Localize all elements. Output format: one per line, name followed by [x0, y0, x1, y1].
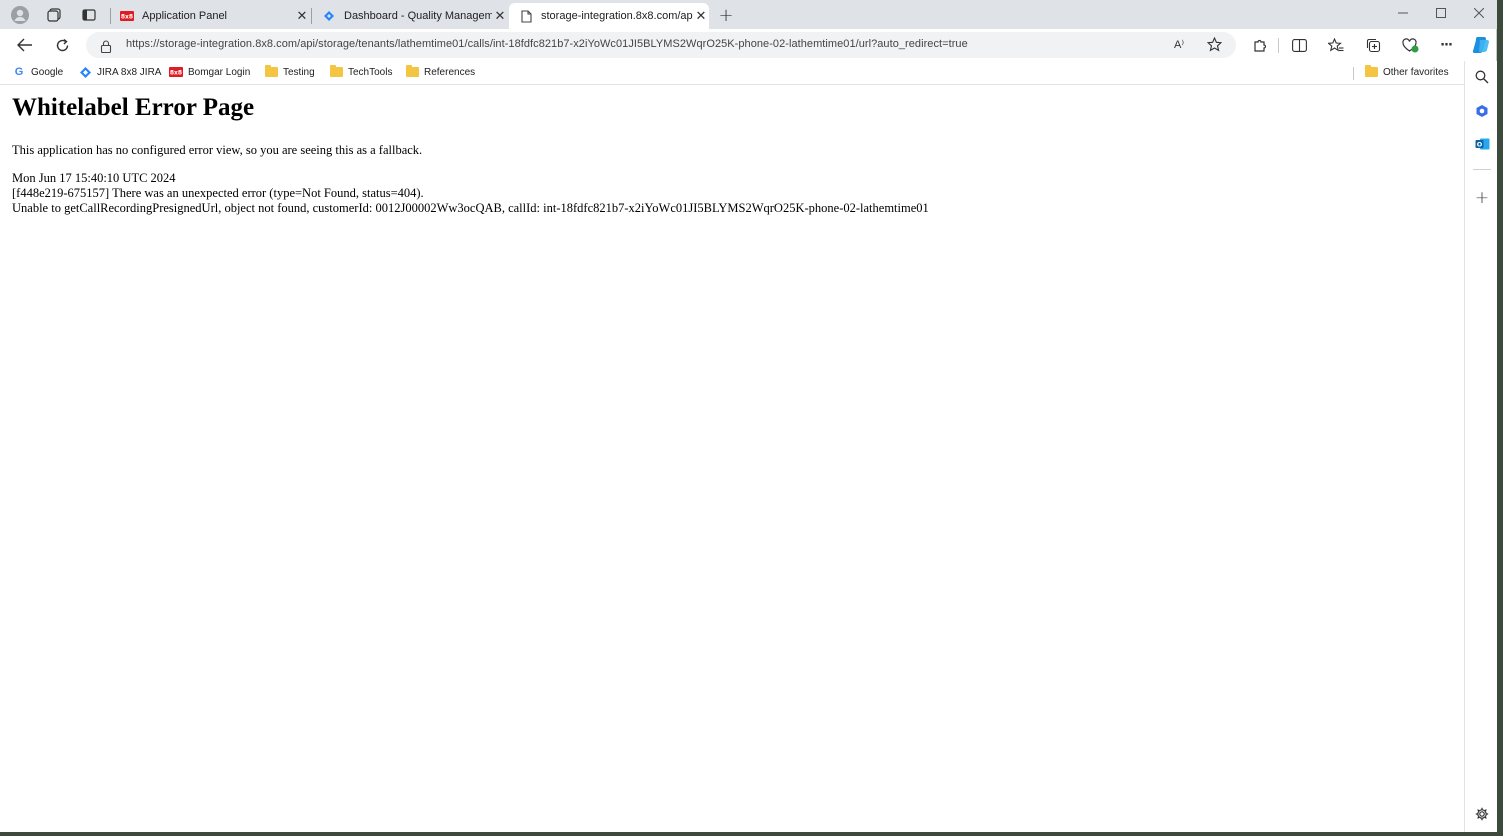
close-tab-icon[interactable]: ✕ — [492, 8, 508, 24]
profile-avatar-icon[interactable] — [9, 4, 31, 26]
page-title: Whitelabel Error Page — [12, 94, 255, 121]
favorite-google[interactable]: G Google — [12, 65, 64, 79]
tab-label: Dashboard - Quality Manageme — [344, 10, 492, 22]
tab-strip: 8x8 Application Panel ✕ Dashboard - Qual… — [0, 0, 1497, 29]
page-icon — [519, 9, 533, 23]
extensions-puzzle-icon[interactable] — [1248, 34, 1270, 56]
tab-storage-integration[interactable]: storage-integration.8x8.com/api ✕ — [509, 3, 709, 29]
favorite-bomgar-login[interactable]: 8x8 Bomgar Login — [169, 65, 250, 79]
read-aloud-icon[interactable]: A⁾ — [1174, 38, 1184, 51]
close-tab-icon[interactable]: ✕ — [693, 8, 709, 24]
google-icon: G — [14, 66, 24, 78]
error-timestamp: Mon Jun 17 15:40:10 UTC 2024 — [12, 171, 176, 185]
error-status-line: [f448e219-675157] There was an unexpecte… — [12, 186, 424, 200]
tab-application-panel[interactable]: 8x8 Application Panel ✕ — [110, 3, 310, 29]
gear-icon[interactable] — [1471, 803, 1493, 825]
back-arrow-icon[interactable] — [14, 34, 36, 56]
add-sidebar-app-icon[interactable]: + — [1471, 187, 1493, 209]
folder-icon — [405, 65, 419, 79]
svg-text:8x8: 8x8 — [170, 70, 182, 77]
8x8-logo-icon: 8x8 — [169, 65, 183, 79]
collections-icon[interactable] — [1362, 34, 1384, 56]
sidebar-panel: O + — [1464, 61, 1497, 832]
error-detail-line: Unable to getCallRecordingPresignedUrl, … — [12, 201, 929, 215]
folder-icon — [264, 65, 278, 79]
tab-label: storage-integration.8x8.com/api — [541, 10, 693, 22]
outlook-icon[interactable]: O — [1471, 133, 1493, 155]
copilot-icon[interactable] — [1470, 34, 1492, 56]
tab-label: Application Panel — [142, 10, 228, 22]
split-screen-icon[interactable] — [1288, 34, 1310, 56]
favorite-folder-testing[interactable]: Testing — [264, 65, 315, 79]
vertical-tabs-icon[interactable] — [78, 4, 100, 26]
jira-icon — [322, 9, 336, 23]
refresh-icon[interactable] — [51, 34, 73, 56]
favorite-folder-techtools[interactable]: TechTools — [329, 65, 392, 79]
favorite-folder-references[interactable]: References — [405, 65, 475, 79]
new-tab-button[interactable]: + — [715, 4, 737, 26]
workspaces-icon[interactable] — [43, 4, 65, 26]
favorites-bar: G Google JIRA 8x8 JIRA 8x8 Bomgar Login … — [0, 61, 1464, 85]
error-message: This application has no configured error… — [12, 143, 423, 157]
jira-icon — [78, 65, 92, 79]
browser-essentials-icon[interactable] — [1399, 34, 1421, 56]
url-text[interactable]: https://storage-integration.8x8.com/api/… — [126, 38, 968, 50]
favorites-list-icon[interactable] — [1325, 34, 1347, 56]
minimize-icon[interactable] — [1392, 3, 1414, 23]
folder-icon — [329, 65, 343, 79]
address-toolbar: https://storage-integration.8x8.com/api/… — [0, 29, 1489, 61]
lock-icon[interactable] — [100, 38, 112, 57]
folder-icon — [1364, 65, 1378, 79]
address-bar[interactable]: https://storage-integration.8x8.com/api/… — [86, 32, 1236, 58]
page-content: Whitelabel Error Page This application h… — [0, 86, 1463, 832]
8x8-logo-icon: 8x8 — [120, 9, 134, 23]
more-menu-icon[interactable]: ··· — [1435, 34, 1457, 56]
browser-window: 8x8 Application Panel ✕ Dashboard - Qual… — [0, 0, 1497, 832]
svg-text:8x8: 8x8 — [121, 14, 133, 21]
svg-text:O: O — [1476, 140, 1482, 148]
search-icon[interactable] — [1471, 66, 1493, 88]
copilot-app-icon[interactable] — [1471, 100, 1493, 122]
favorite-star-icon[interactable] — [1206, 36, 1223, 56]
other-favorites-folder[interactable]: Other favorites — [1364, 65, 1449, 79]
close-tab-icon[interactable]: ✕ — [294, 8, 310, 24]
favorite-jira[interactable]: JIRA 8x8 JIRA — [78, 65, 161, 79]
tab-dashboard[interactable]: Dashboard - Quality Manageme ✕ — [312, 3, 508, 29]
close-window-icon[interactable] — [1468, 3, 1490, 23]
maximize-icon[interactable] — [1430, 3, 1452, 23]
